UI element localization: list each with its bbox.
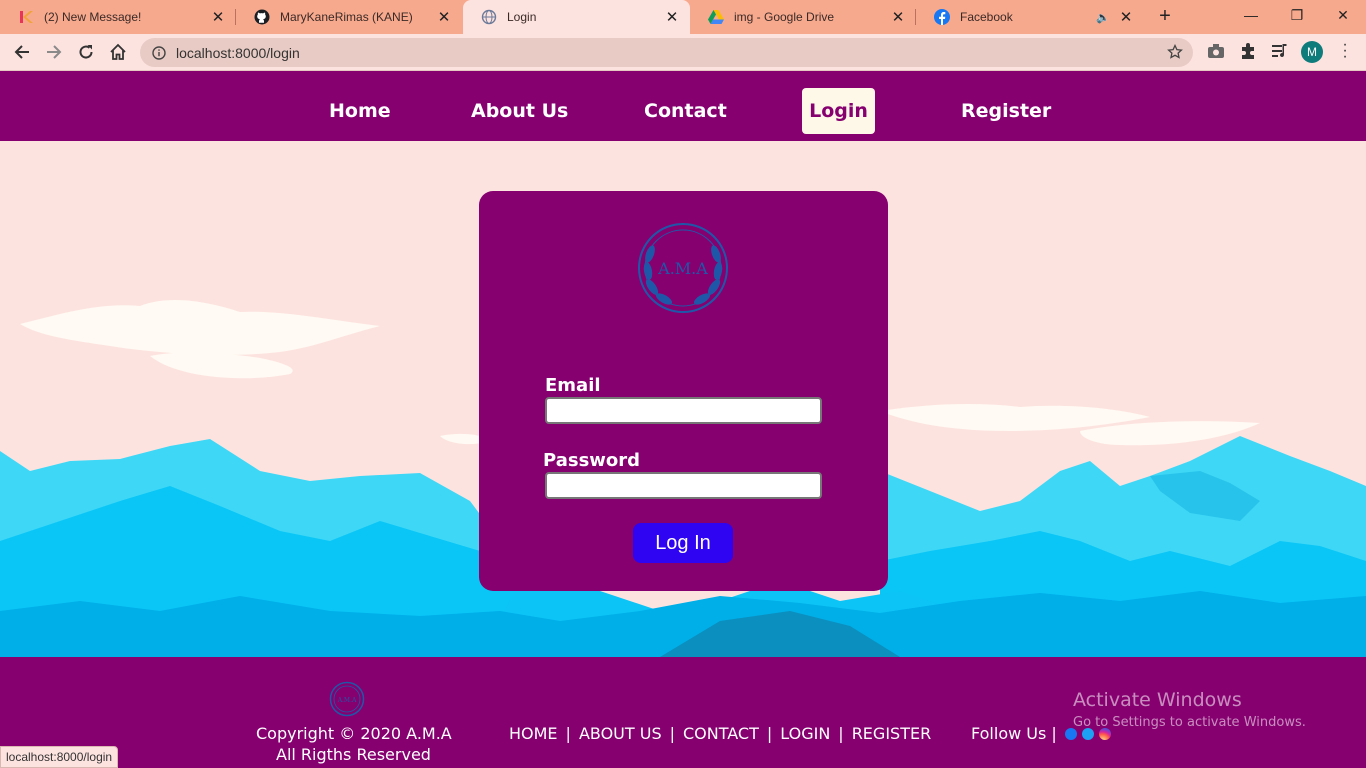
back-button[interactable]: [10, 40, 34, 64]
browser-tab[interactable]: (2) New Message! ✕: [0, 0, 236, 34]
footer-login-link[interactable]: LOGIN: [780, 724, 830, 743]
footer-ama-logo: A.M.A: [329, 681, 365, 722]
k-logo-icon: [18, 9, 34, 25]
reload-icon: [79, 45, 93, 59]
login-card: A.M.A Email Password Log In: [479, 191, 888, 591]
profile-avatar[interactable]: M: [1301, 41, 1323, 63]
google-drive-icon: [708, 9, 724, 25]
browser-tab[interactable]: MaryKaneRimas (KANE) ✕: [236, 0, 462, 34]
close-tab-icon[interactable]: ✕: [1118, 8, 1134, 26]
bookmark-star-icon[interactable]: [1167, 44, 1183, 60]
info-icon[interactable]: [152, 45, 166, 60]
nav-about-us-link[interactable]: About Us: [471, 88, 568, 134]
url-text: localhost:8000/login: [176, 44, 300, 61]
password-field[interactable]: [545, 472, 822, 499]
forward-button[interactable]: [42, 40, 66, 64]
browser-tab[interactable]: img - Google Drive ✕: [690, 0, 916, 34]
close-tab-icon[interactable]: ✕: [436, 8, 452, 26]
home-button[interactable]: [106, 40, 130, 64]
close-window-button[interactable]: ✕: [1320, 0, 1366, 30]
nav-contact-link[interactable]: Contact: [644, 88, 727, 134]
rights-reserved-text: All Rigths Reserved: [276, 745, 431, 764]
browser-tab[interactable]: Facebook 🔈 ✕: [916, 0, 1144, 34]
browser-tab-strip: (2) New Message! ✕ MaryKaneRimas (KANE) …: [0, 0, 1366, 34]
close-tab-icon[interactable]: ✕: [890, 8, 906, 26]
footer-about-us-link[interactable]: ABOUT US: [579, 724, 662, 743]
facebook-icon: [934, 9, 950, 25]
nav-login-link[interactable]: Login: [802, 88, 875, 134]
tab-title: Facebook: [960, 10, 1013, 24]
github-icon: [254, 9, 270, 25]
nav-home-link[interactable]: Home: [329, 88, 391, 134]
footer-register-link[interactable]: REGISTER: [852, 724, 932, 743]
site-navbar: Home About Us Contact Login Register: [0, 71, 1366, 141]
browser-toolbar: localhost:8000/login M · · ·: [0, 34, 1366, 71]
site-footer: A.M.A Copyright © 2020 A.M.A All Rigths …: [0, 657, 1366, 768]
link-status-bar: localhost:8000/login: [0, 746, 119, 768]
tab-title: img - Google Drive: [734, 10, 835, 24]
link-separator: |: [766, 724, 773, 743]
browser-tab-active[interactable]: Login ✕: [463, 0, 690, 34]
kebab-menu-icon[interactable]: · · ·: [1340, 37, 1350, 65]
log-in-button[interactable]: Log In: [633, 523, 733, 563]
camera-extension-icon[interactable]: [1206, 41, 1226, 61]
new-tab-button[interactable]: +: [1154, 5, 1176, 27]
email-label: Email: [545, 375, 601, 396]
copyright-text: Copyright © 2020 A.M.A: [256, 724, 452, 743]
minimize-button[interactable]: —: [1228, 0, 1274, 30]
activate-windows-watermark: Activate Windows Go to Settings to activ…: [1073, 689, 1306, 730]
ama-logo: A.M.A: [634, 221, 732, 320]
nav-register-link[interactable]: Register: [961, 88, 1051, 134]
address-bar[interactable]: localhost:8000/login: [140, 38, 1193, 67]
footer-contact-link[interactable]: CONTACT: [683, 724, 759, 743]
close-tab-icon[interactable]: ✕: [664, 8, 680, 26]
follow-us-label: Follow Us |: [971, 724, 1057, 743]
reload-button[interactable]: [74, 40, 98, 64]
link-separator: |: [838, 724, 844, 743]
close-tab-icon[interactable]: ✕: [210, 8, 226, 26]
globe-icon: [481, 9, 497, 25]
logo-text: A.M.A: [657, 259, 708, 278]
tab-title: Login: [507, 10, 537, 24]
tab-title: MaryKaneRimas (KANE): [280, 10, 413, 24]
password-label: Password: [543, 450, 641, 471]
tab-title: (2) New Message!: [44, 10, 142, 24]
footer-logo-text: A.M.A: [337, 697, 357, 704]
watermark-title: Activate Windows: [1073, 689, 1242, 711]
speaker-muted-icon[interactable]: 🔈: [1096, 11, 1110, 24]
puzzle-extensions-icon[interactable]: [1238, 41, 1258, 61]
restore-button[interactable]: ❐: [1274, 0, 1320, 30]
link-separator: |: [669, 724, 675, 743]
home-icon: [110, 43, 126, 60]
email-field[interactable]: [545, 397, 822, 424]
watermark-subtitle: Go to Settings to activate Windows.: [1073, 715, 1306, 730]
arrow-right-icon: [47, 45, 62, 59]
footer-home-link[interactable]: HOME: [509, 724, 558, 743]
arrow-left-icon: [14, 45, 29, 59]
footer-links: HOME | ABOUT US | CONTACT | LOGIN | REGI…: [509, 724, 931, 743]
media-queue-icon[interactable]: [1270, 41, 1290, 61]
link-separator: |: [565, 724, 571, 743]
